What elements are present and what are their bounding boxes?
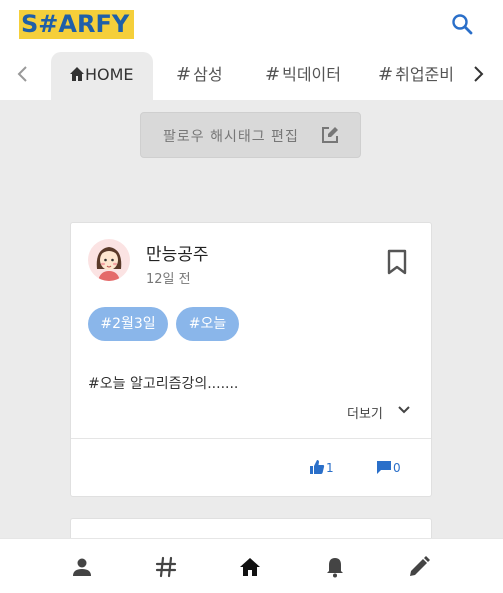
post-time: 12일 전	[146, 272, 191, 287]
chevron-right-icon[interactable]	[468, 64, 488, 84]
hashtag-chip[interactable]: #2월3일	[88, 307, 168, 341]
divider	[71, 438, 431, 439]
edit-icon	[322, 127, 338, 143]
home-icon	[70, 67, 84, 81]
like-count: 1	[326, 461, 334, 475]
comment-icon	[377, 461, 391, 474]
bottom-nav	[0, 538, 503, 593]
tab-label: 빅데이터	[282, 65, 341, 84]
tab-bigdata[interactable]: # 빅데이터	[265, 52, 355, 100]
chevron-down-icon	[398, 406, 410, 414]
home-icon[interactable]	[238, 555, 262, 579]
author-name[interactable]: 만능공주	[146, 240, 209, 265]
comment-count: 0	[393, 461, 401, 475]
edit-follow-hashtags-button[interactable]: 팔로우 해시태그 편집	[140, 112, 361, 158]
button-label: 팔로우 해시태그 편집	[163, 129, 299, 145]
more-button[interactable]: 더보기	[347, 403, 410, 422]
tab-samsung[interactable]: # 삼성	[176, 52, 246, 100]
tab-label: 취업준비	[395, 65, 454, 84]
avatar-illustration	[96, 247, 122, 281]
user-icon[interactable]	[70, 555, 94, 579]
hashtag-icon[interactable]	[154, 555, 178, 579]
hashtag-tabs: HOME # 삼성 # 빅데이터 # 취업준비	[0, 50, 503, 100]
app-header: S#ARFY	[0, 0, 503, 50]
tab-label: 삼성	[193, 65, 223, 84]
bell-icon[interactable]	[323, 555, 347, 579]
avatar[interactable]	[88, 239, 130, 281]
search-icon[interactable]	[450, 12, 474, 36]
thumbs-up-icon	[310, 460, 325, 474]
logo-text: S#ARFY	[21, 10, 130, 38]
hashtag-chip[interactable]: #오늘	[176, 307, 239, 341]
chevron-left-icon[interactable]	[13, 64, 33, 84]
tab-label: HOME	[85, 65, 134, 84]
more-label: 더보기	[347, 407, 383, 422]
post-card[interactable]: 만능공주 12일 전 #2월3일 #오늘 #오늘 알고리즘강의....... 더…	[70, 222, 432, 497]
bookmark-icon[interactable]	[386, 249, 408, 275]
pencil-icon[interactable]	[407, 555, 431, 579]
post-content[interactable]: #오늘 알고리즘강의.......	[88, 373, 238, 393]
tab-home[interactable]: HOME	[51, 52, 153, 100]
app-logo[interactable]: S#ARFY	[19, 10, 134, 39]
tab-job-prep[interactable]: # 취업준비	[378, 52, 464, 100]
